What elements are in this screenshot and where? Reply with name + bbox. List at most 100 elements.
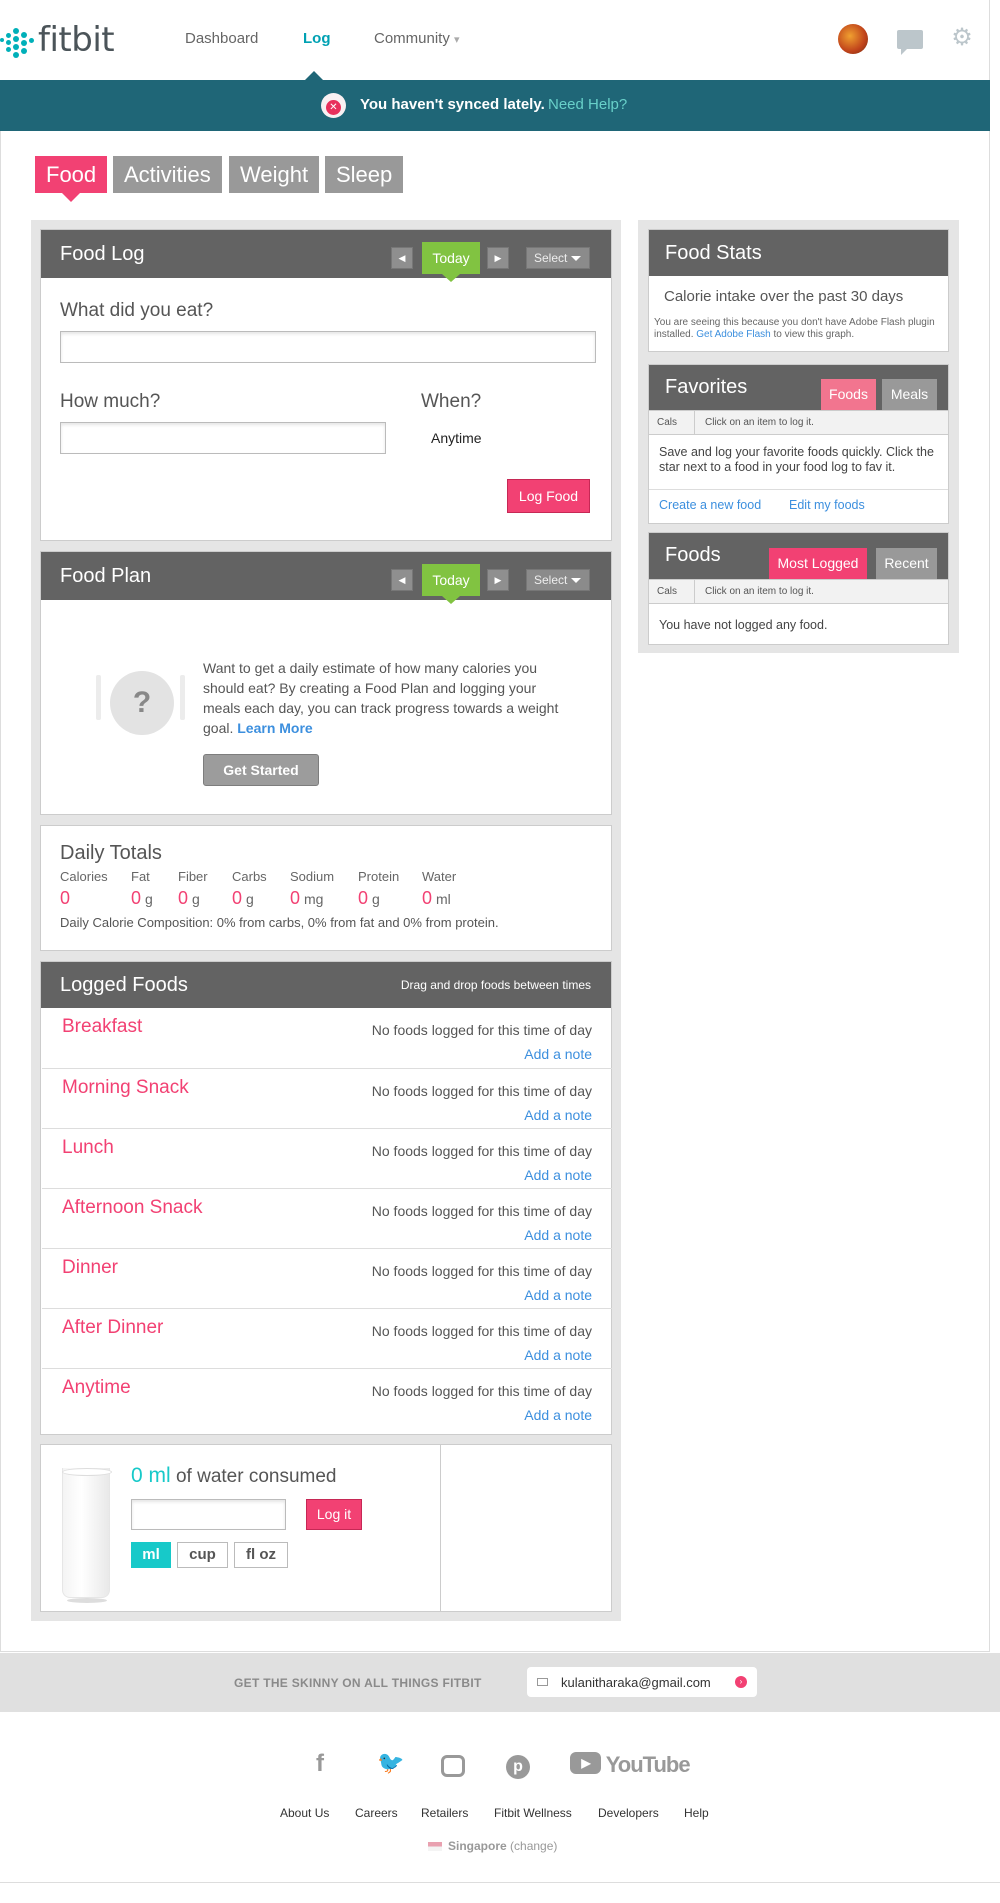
calorie-composition: Daily Calorie Composition: 0% from carbs… [60,915,499,930]
food-stats-subtitle: Calorie intake over the past 30 days [664,288,904,305]
carbs-label: Carbs [232,869,267,884]
favorites-divider [649,489,948,490]
newsletter-email-field[interactable]: kulanitharaka@gmail.com › [527,1667,757,1697]
fiber-value: 0g [178,888,200,909]
food-search-input[interactable] [60,331,596,363]
create-food-link[interactable]: Create a new food [659,498,761,512]
top-navigation: fitbit Dashboard Log Community ▾ ⚙ [0,0,990,80]
add-note-link[interactable]: Add a note [524,1407,592,1423]
plan-prev-day-button[interactable]: ◀ [391,569,413,591]
protein-value: 0g [358,888,380,909]
calories-label: Calories [60,869,108,884]
facebook-icon[interactable]: f [316,1750,324,1778]
tab-food[interactable]: Food [35,156,108,193]
youtube-icon[interactable]: ▶ YouTube [570,1752,691,1778]
add-note-link[interactable]: Add a note [524,1227,592,1243]
fork-icon [96,675,101,720]
next-day-button[interactable]: ▶ [487,247,509,269]
add-note-link[interactable]: Add a note [524,1287,592,1303]
youtube-label: YouTube [605,1752,691,1777]
meal-row-lunch: Lunch No foods logged for this time of d… [42,1128,612,1188]
region-name: Singapore [448,1839,507,1853]
twitter-icon[interactable]: 🐦 [377,1750,404,1776]
sync-message: You haven't synced lately. [360,96,545,113]
favorites-tab-foods[interactable]: Foods [821,379,876,410]
meal-status: No foods logged for this time of day [371,1263,592,1279]
fiber-unit: g [192,891,200,907]
tab-activities[interactable]: Activities [113,156,222,193]
footer-fitbit-wellness[interactable]: Fitbit Wellness [494,1806,572,1820]
sodium-value: 0 mg [290,888,323,909]
nav-dashboard[interactable]: Dashboard [185,30,258,47]
add-note-link[interactable]: Add a note [524,1167,592,1183]
plan-today-button[interactable]: Today [422,564,480,604]
get-flash-link[interactable]: Get Adobe Flash [696,329,771,340]
fat-number: 0 [131,888,142,908]
messages-icon[interactable] [897,30,923,55]
footer-developers[interactable]: Developers [598,1806,659,1820]
nav-log[interactable]: Log [303,30,331,47]
drag-drop-hint: Drag and drop foods between times [400,978,591,992]
chevron-down-icon: ▾ [454,34,460,46]
unit-floz-button[interactable]: fl oz [234,1542,288,1568]
food-plan-description: Want to get a daily estimate of how many… [203,658,563,738]
tab-weight[interactable]: Weight [229,156,320,193]
need-help-link[interactable]: Need Help? [548,96,627,113]
footer-help[interactable]: Help [684,1806,709,1820]
cals-column-label: Cals [649,580,695,603]
logo-text: fitbit [38,20,115,60]
prev-day-button[interactable]: ◀ [391,247,413,269]
fitbit-logo[interactable]: fitbit [0,20,115,60]
favorites-tab-meals[interactable]: Meals [882,379,937,410]
fat-label: Fat [131,869,150,884]
unit-ml-button[interactable]: ml [131,1542,171,1568]
favorites-header: Favorites Foods Meals [649,365,948,410]
water-amount-input[interactable] [131,1499,286,1530]
submit-arrow-icon[interactable]: › [735,1676,747,1688]
logged-foods-header: Logged Foods Drag and drop foods between… [41,962,611,1008]
food-plan-header: Food Plan ◀ Today ▶ Select [41,552,611,604]
gear-icon[interactable]: ⚙ [950,26,974,50]
meal-name: Lunch [62,1137,114,1158]
newsletter-label: GET THE SKINNY ON ALL THINGS FITBIT [234,1676,482,1690]
add-note-link[interactable]: Add a note [524,1046,592,1062]
footer-careers[interactable]: Careers [355,1806,398,1820]
log-water-button[interactable]: Log it [306,1499,362,1530]
plan-next-day-button[interactable]: ▶ [487,569,509,591]
calories-number: 0 [60,888,71,908]
meal-status: No foods logged for this time of day [371,1143,592,1159]
quantity-input[interactable] [60,422,386,454]
get-started-button[interactable]: Get Started [203,754,319,786]
unit-cup-button[interactable]: cup [177,1542,228,1568]
today-button[interactable]: Today [422,242,480,282]
water-suffix: of water consumed [175,1466,337,1487]
food-stats-header: Food Stats [649,230,948,276]
fat-value: 0g [131,888,153,909]
avatar[interactable] [838,24,868,54]
add-note-link[interactable]: Add a note [524,1107,592,1123]
footer-about-us[interactable]: About Us [280,1806,329,1820]
date-select-dropdown[interactable]: Select [526,247,590,269]
nav-community[interactable]: Community ▾ [374,30,460,47]
food-log-panel: Food Log ◀ Today ▶ Select What did you e… [40,229,612,541]
tab-sleep[interactable]: Sleep [325,156,404,193]
pinterest-icon[interactable]: p [506,1755,530,1779]
edit-foods-link[interactable]: Edit my foods [789,498,865,512]
log-food-button[interactable]: Log Food [507,479,590,513]
region-change-link[interactable]: change [514,1839,553,1853]
how-much-label: How much? [60,391,161,412]
foods-tab-most-logged[interactable]: Most Logged [769,548,867,579]
favorites-message: Save and log your favorite foods quickly… [659,445,934,474]
instagram-icon[interactable] [441,1755,465,1777]
fiber-label: Fiber [178,869,208,884]
add-note-link[interactable]: Add a note [524,1347,592,1363]
singapore-flag-icon [428,1842,442,1852]
plan-date-select-dropdown[interactable]: Select [526,569,590,591]
water-unit: ml [436,891,451,907]
learn-more-link[interactable]: Learn More [237,720,312,736]
favorites-hint: Click on an item to log it. [705,417,814,428]
foods-tab-recent[interactable]: Recent [876,548,937,579]
when-select[interactable]: Anytime [431,428,482,448]
footer-retailers[interactable]: Retailers [421,1806,468,1820]
sodium-label: Sodium [290,869,335,884]
